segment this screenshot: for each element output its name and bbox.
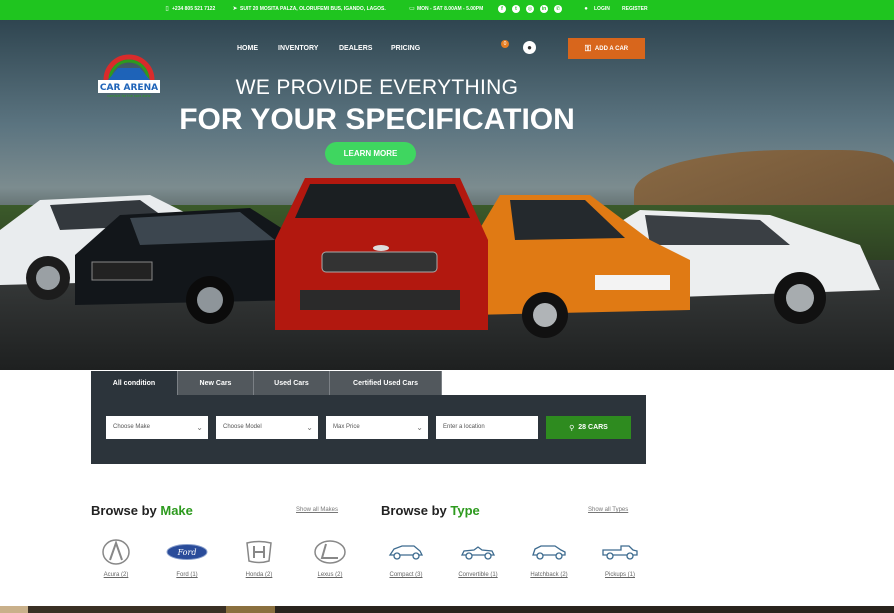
- chevron-down-icon: ⌄: [306, 423, 313, 432]
- search-icon: ⚲: [569, 424, 575, 432]
- search-button-label: 28 CARS: [578, 424, 608, 431]
- make-tile-ford[interactable]: Ford Ford (1): [157, 538, 217, 578]
- pickup-truck-icon: [602, 545, 638, 560]
- location-input[interactable]: Enter a location: [436, 416, 538, 439]
- nav-home[interactable]: HOME: [237, 45, 258, 52]
- register-link[interactable]: REGISTER: [622, 6, 648, 12]
- address-info: ➤ SUIT 20 MOSITA PALZA, OLORUFEMI BUS, I…: [232, 6, 386, 12]
- tab-new-cars[interactable]: New Cars: [178, 371, 254, 395]
- make-label-lexus: Lexus (2): [317, 572, 343, 578]
- monitor-icon: ▭: [409, 6, 415, 12]
- hours-info: ▭ MON - SAT 8.00AM - 5.00PM: [409, 6, 483, 12]
- type-tile-hatchback[interactable]: Hatchback (2): [519, 538, 579, 578]
- hero-headline-line1: WE PROVIDE EVERYTHING: [235, 76, 519, 99]
- browse-type-title: Browse by Type: [381, 503, 480, 518]
- model-select-value: Choose Model: [223, 424, 262, 430]
- account-icon[interactable]: ●: [523, 41, 536, 54]
- model-select[interactable]: Choose Model ⌄: [216, 416, 318, 439]
- nav-dealers[interactable]: DEALERS: [339, 45, 372, 52]
- whatsapp-icon[interactable]: ✆: [554, 5, 562, 13]
- hero-banner: CAR ARENA comfort for the rods done HOME…: [0, 20, 894, 370]
- convertible-car-icon: [460, 546, 496, 560]
- make-tile-honda[interactable]: Honda (2): [229, 538, 289, 578]
- tab-used-cars[interactable]: Used Cars: [254, 371, 330, 395]
- phone-info[interactable]: ▯ +234 805 521 7122: [164, 6, 215, 12]
- show-all-makes-link[interactable]: Show all Makes: [296, 507, 338, 513]
- add-car-label: ADD A CAR: [594, 45, 629, 52]
- address-text: SUIT 20 MOSITA PALZA, OLORUFEMI BUS, IGA…: [240, 6, 386, 12]
- hatchback-car-icon: [532, 545, 566, 560]
- black-bmw: [75, 208, 300, 324]
- linkedin-icon[interactable]: in: [540, 5, 548, 13]
- type-tile-convertible[interactable]: Convertible (1): [448, 538, 508, 578]
- search-cars-button[interactable]: ⚲ 28 CARS: [546, 416, 631, 439]
- make-tile-lexus[interactable]: Lexus (2): [300, 538, 360, 578]
- login-text: LOGIN: [594, 6, 610, 12]
- hero-cars-image: [0, 178, 880, 338]
- tab-certified-used-cars[interactable]: Certified Used Cars: [330, 371, 442, 395]
- condition-tabs: All condition New Cars Used Cars Certifi…: [91, 371, 442, 395]
- social-links: f t ◎ in ✆: [498, 5, 562, 13]
- show-all-types-link[interactable]: Show all Types: [588, 507, 628, 513]
- register-text: REGISTER: [622, 6, 648, 12]
- browse-type-prefix: Browse by: [381, 503, 447, 518]
- svg-text:Ford: Ford: [177, 548, 197, 557]
- browse-make-prefix: Browse by: [91, 503, 157, 518]
- phone-text: +234 805 521 7122: [172, 6, 216, 12]
- make-label-ford: Ford (1): [176, 572, 198, 578]
- search-panel: Choose Make ⌄ Choose Model ⌄ Max Price ⌄…: [91, 395, 646, 464]
- location-arrow-icon: ➤: [232, 6, 238, 12]
- tab-all-condition[interactable]: All condition: [91, 371, 178, 395]
- twitter-icon[interactable]: t: [512, 5, 520, 13]
- honda-logo-icon: [246, 540, 272, 564]
- red-kia: [275, 178, 488, 330]
- make-select[interactable]: Choose Make ⌄: [106, 416, 208, 439]
- acura-logo-icon: [102, 539, 130, 565]
- make-tile-acura[interactable]: Acura (2): [86, 538, 146, 578]
- make-label-honda: Honda (2): [245, 572, 273, 578]
- nav-pricing[interactable]: PRICING: [391, 45, 420, 52]
- price-select-value: Max Price: [333, 424, 360, 430]
- bottom-image-strip: [0, 606, 894, 613]
- learn-more-button[interactable]: LEARN MORE: [325, 142, 416, 165]
- type-tile-pickups[interactable]: Pickups (1): [590, 538, 650, 578]
- instagram-icon[interactable]: ◎: [526, 5, 534, 13]
- user-icon: ●: [584, 6, 588, 12]
- hours-text: MON - SAT 8.00AM - 5.00PM: [417, 6, 484, 12]
- type-label-pickups: Pickups (1): [604, 572, 635, 578]
- browse-make-accent: Make: [160, 503, 193, 518]
- facebook-icon[interactable]: f: [498, 5, 506, 13]
- login-link[interactable]: ● LOGIN: [583, 6, 610, 12]
- type-label-convertible: Convertible (1): [458, 572, 498, 578]
- price-select[interactable]: Max Price ⌄: [326, 416, 428, 439]
- chevron-down-icon: ⌄: [196, 423, 203, 432]
- cart-button[interactable]: 0: [495, 40, 509, 57]
- ford-logo-icon: Ford: [166, 544, 208, 560]
- make-select-value: Choose Make: [113, 424, 151, 430]
- lexus-logo-icon: [314, 540, 346, 564]
- add-car-button[interactable]: ⚿ ADD A CAR: [568, 38, 645, 59]
- chevron-down-icon: ⌄: [416, 423, 423, 432]
- make-label-acura: Acura (2): [103, 572, 129, 578]
- hero-headline-line2: FOR YOUR SPECIFICATION: [179, 103, 575, 136]
- compact-car-icon: [388, 545, 424, 560]
- type-tile-compact[interactable]: Compact (3): [376, 538, 436, 578]
- browse-type-accent: Type: [450, 503, 480, 518]
- cart-count-badge: 0: [501, 40, 509, 48]
- nav-inventory[interactable]: INVENTORY: [278, 45, 318, 52]
- top-bar: ▯ +234 805 521 7122 ➤ SUIT 20 MOSITA PAL…: [0, 0, 894, 20]
- phone-icon: ▯: [165, 6, 169, 12]
- car-key-icon: ⚿: [584, 43, 591, 53]
- type-label-hatchback: Hatchback (2): [530, 572, 568, 578]
- location-placeholder: Enter a location: [443, 424, 485, 430]
- browse-make-title: Browse by Make: [91, 503, 193, 518]
- type-label-compact: Compact (3): [389, 572, 423, 578]
